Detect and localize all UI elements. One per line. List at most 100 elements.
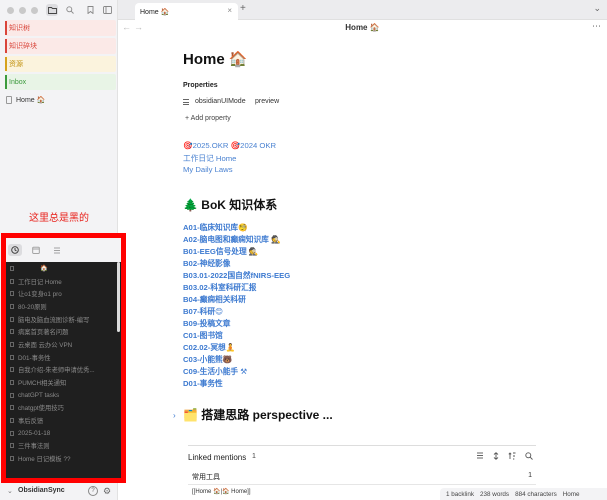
recent-item[interactable]: 工作日记 Home bbox=[6, 275, 118, 288]
recent-item-label: 脑电及脑血流图诊断-编写 bbox=[18, 316, 90, 324]
property-row[interactable]: obsidianUIMode preview bbox=[183, 98, 279, 105]
expand-icon[interactable] bbox=[493, 452, 499, 462]
mention-group-title[interactable]: 常用工具 bbox=[192, 472, 220, 482]
recent-item[interactable]: 脑电及脑血流图诊断-编写 bbox=[6, 313, 118, 326]
backlink-count[interactable]: 1 backlink bbox=[446, 491, 474, 498]
tab-home[interactable]: Home 🏠 × bbox=[135, 3, 238, 20]
bok-link[interactable]: C03-小能熊🐻 bbox=[183, 354, 232, 365]
bok-link[interactable]: B07-科研😊 bbox=[183, 306, 223, 317]
view-title[interactable]: Home 🏠 bbox=[118, 23, 607, 32]
folder-label: 知识树 bbox=[9, 25, 30, 32]
folder-label: 资源 bbox=[9, 61, 23, 68]
recent-item-label: 2025-01-18 bbox=[18, 429, 51, 437]
search-icon[interactable] bbox=[525, 452, 533, 462]
recent-item-label: Home 日记模板 ?? bbox=[18, 456, 71, 464]
bok-link[interactable]: C09-生活小能手 ⚒ bbox=[183, 366, 247, 377]
sort-icon[interactable] bbox=[508, 452, 516, 462]
tab-bar: Home 🏠 × + ⌄ bbox=[118, 0, 607, 20]
folder-inbox[interactable]: Inbox bbox=[5, 74, 116, 90]
divider bbox=[188, 484, 536, 485]
link-okr[interactable]: 🎯2025.OKR 🎯2024 OKR bbox=[183, 141, 276, 150]
recent-item[interactable]: chatgpt使用技巧 bbox=[6, 402, 118, 415]
mention-reference[interactable]: [[Home 🏠|🏠 Home]] bbox=[192, 488, 251, 495]
bok-link[interactable]: B03.02-科室科研汇报 bbox=[183, 282, 256, 293]
linked-mentions-title[interactable]: Linked mentions bbox=[188, 453, 246, 462]
heading-perspective[interactable]: 🗂️ 搭建思路 perspective ... bbox=[183, 406, 333, 423]
bok-link[interactable]: B03.01-2022国自然fNIRS-EEG bbox=[183, 270, 290, 281]
add-property-button[interactable]: + Add property bbox=[185, 115, 231, 122]
recent-item-label: 工作日记 Home bbox=[18, 278, 62, 286]
page-title: Home 🏠 bbox=[183, 51, 248, 68]
calendar-icon[interactable] bbox=[29, 244, 43, 256]
recent-item[interactable]: 自我介绍-朱老师申请优秀... bbox=[6, 364, 118, 377]
recent-item[interactable]: 病案首页著名问题 bbox=[6, 325, 118, 338]
link-work-diary[interactable]: 工作日记 Home bbox=[183, 153, 236, 164]
recent-item[interactable]: 80-20原则 bbox=[6, 300, 118, 313]
file-icon bbox=[10, 354, 14, 360]
bok-link[interactable]: A02-脑电图和癫痫知识库 🕵 bbox=[183, 234, 281, 245]
file-icon bbox=[10, 405, 14, 411]
property-value[interactable]: preview bbox=[255, 98, 279, 105]
folder-knowledge-tree[interactable]: 知识树 bbox=[5, 20, 116, 36]
more-options-icon[interactable]: ⋯ bbox=[592, 21, 601, 32]
recent-item[interactable]: 事后反馈 bbox=[6, 414, 118, 427]
folder-knowledge-chunks[interactable]: 知识碎块 bbox=[5, 38, 116, 54]
recent-item[interactable]: chatGPT tasks bbox=[6, 389, 118, 402]
file-icon bbox=[10, 278, 14, 284]
file-icon bbox=[10, 456, 14, 462]
recent-item[interactable]: 2025-01-18 bbox=[6, 427, 118, 440]
recent-item-label: 病案首页著名问题 bbox=[18, 329, 69, 337]
clock-icon[interactable] bbox=[8, 244, 22, 256]
list-icon[interactable] bbox=[50, 244, 64, 256]
bok-link[interactable]: A01-临床知识库🧐 bbox=[183, 222, 248, 233]
link-daily-laws[interactable]: My Daily Laws bbox=[183, 165, 233, 174]
recent-item[interactable]: D01-事务性 bbox=[6, 351, 118, 364]
folder-label: 知识碎块 bbox=[9, 43, 37, 50]
new-tab-button[interactable]: + bbox=[240, 3, 246, 14]
close-icon[interactable]: × bbox=[227, 6, 232, 15]
help-icon[interactable]: ? bbox=[88, 486, 98, 496]
chevron-down-icon[interactable]: ⌄ bbox=[7, 487, 13, 495]
chevron-down-icon[interactable]: ⌄ bbox=[593, 3, 601, 14]
file-icon bbox=[10, 430, 14, 436]
folder-resources[interactable]: 资源 bbox=[5, 56, 116, 72]
bok-link[interactable]: C02.02-冥想🧘 bbox=[183, 342, 235, 353]
window-close-dot[interactable] bbox=[7, 7, 14, 14]
bok-link[interactable]: B01-EEG信号处理 🕵 bbox=[183, 246, 258, 257]
tab-label: Home 🏠 bbox=[140, 8, 170, 16]
bok-link[interactable]: D01-事务性 bbox=[183, 378, 223, 389]
recent-item[interactable]: 云桌面 云办公 VPN bbox=[6, 338, 118, 351]
file-explorer-icon[interactable] bbox=[46, 4, 58, 16]
view-header: ← → Home 🏠 ⋯ bbox=[118, 20, 607, 36]
file-icon bbox=[10, 341, 14, 347]
file-icon bbox=[10, 291, 14, 297]
recent-item-label: 事后反馈 bbox=[18, 418, 44, 426]
bok-link[interactable]: B04-癫痫相关科研 bbox=[183, 294, 246, 305]
bookmark-icon[interactable] bbox=[84, 4, 96, 16]
recent-list-scrollbar[interactable] bbox=[117, 262, 120, 332]
sidebar-toggle-icon[interactable] bbox=[101, 4, 113, 16]
view-name[interactable]: Home bbox=[563, 491, 580, 498]
recent-item-label: 云桌面 云办公 VPN bbox=[18, 341, 73, 349]
recent-item[interactable]: PUMCH相关通知 bbox=[6, 376, 118, 389]
recent-files-list: 🏠 工作日记 Home 让o1变身o1 pro 80-20原则 脑电及脑血流图诊… bbox=[6, 262, 118, 478]
gear-icon[interactable]: ⚙ bbox=[102, 486, 112, 496]
bok-link[interactable]: B09-投稿文章 bbox=[183, 318, 230, 329]
list-icon[interactable] bbox=[476, 452, 484, 461]
recent-item[interactable]: 让o1变身o1 pro bbox=[6, 287, 118, 300]
property-key[interactable]: obsidianUIMode bbox=[195, 98, 246, 105]
file-home[interactable]: Home 🏠 bbox=[6, 95, 45, 105]
recent-item[interactable]: Home 日记模板 ?? bbox=[6, 452, 118, 465]
folder-label: Inbox bbox=[9, 78, 27, 86]
search-icon[interactable] bbox=[64, 4, 76, 16]
status-bar: 1 backlink 238 words 884 characters Home bbox=[440, 488, 607, 500]
vault-name[interactable]: ObsidianSync bbox=[18, 487, 65, 494]
bok-link[interactable]: B02-神经影像 bbox=[183, 258, 230, 269]
fold-arrow-icon[interactable]: › bbox=[173, 411, 176, 420]
recent-item[interactable]: 🏠 bbox=[6, 262, 118, 275]
window-minimize-dot[interactable] bbox=[19, 7, 26, 14]
recent-item[interactable]: 三件事法则 bbox=[6, 440, 118, 453]
vault-switcher-bar: ⌄ ObsidianSync ? ⚙ bbox=[0, 484, 118, 500]
window-zoom-dot[interactable] bbox=[31, 7, 38, 14]
bok-link[interactable]: C01-图书馆 bbox=[183, 330, 223, 341]
